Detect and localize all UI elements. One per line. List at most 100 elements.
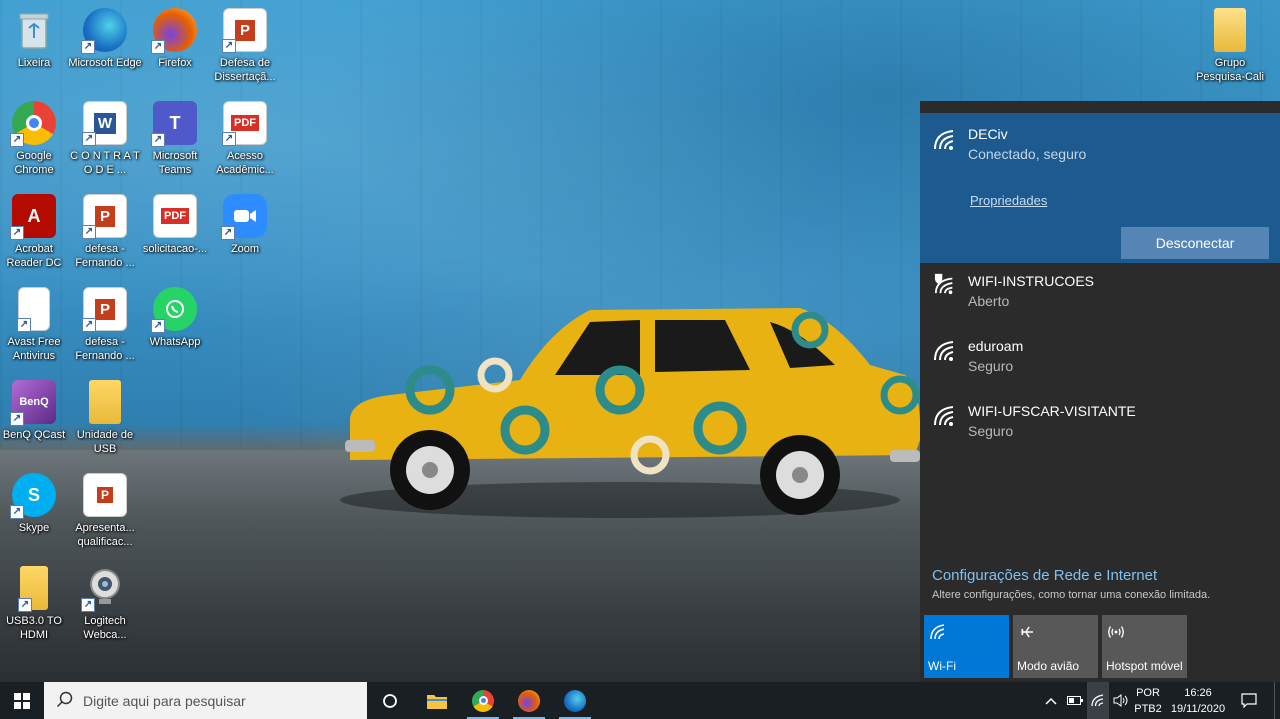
desktop-icon-benq-qcast[interactable]: BenQ ↗ BenQ QCast — [0, 376, 71, 466]
taskbar-edge[interactable] — [553, 682, 597, 719]
connected-network-name: DECiv — [968, 126, 1008, 142]
desktop-icon-usb-hdmi[interactable]: ↗ USB3.0 TO HDMI — [0, 562, 71, 652]
battery-icon — [1067, 696, 1083, 705]
volume-tray-button[interactable] — [1110, 682, 1130, 719]
yellow-car-image — [340, 308, 921, 518]
shortcut-arrow-icon: ↗ — [10, 133, 24, 147]
folder-icon — [1214, 8, 1246, 52]
network-status: Seguro — [968, 423, 1014, 439]
shortcut-arrow-icon: ↗ — [10, 505, 24, 519]
desktop-icon-zoom[interactable]: ↗ Zoom — [208, 190, 282, 280]
teams-icon: T ↗ — [151, 101, 197, 147]
clock-date: 19/11/2020 — [1170, 703, 1226, 715]
wifi-icon — [1091, 694, 1104, 707]
recycle-bin-icon — [12, 8, 56, 52]
network-list-item[interactable]: eduroam Seguro — [920, 330, 1280, 394]
desktop-icon-contrato[interactable]: W ↗ C O N T R A T O D E ... — [68, 97, 142, 187]
airplane-icon — [1021, 626, 1033, 638]
network-list-item[interactable]: WIFI-UFSCAR-VISITANTE Seguro — [920, 395, 1280, 459]
chevron-up-icon — [1045, 697, 1057, 705]
desktop-icon-logitech[interactable]: ↗ Logitech Webca... — [68, 562, 142, 652]
folder-icon: ↗ — [18, 566, 48, 612]
desktop-icon-defesa-dissertacao[interactable]: P ↗ Defesa de Dissertaçã... — [208, 4, 282, 94]
webcam-icon: ↗ — [81, 566, 127, 612]
network-settings-description: Altere configurações, como tornar uma co… — [932, 589, 1211, 601]
zoom-icon: ↗ — [221, 194, 267, 240]
action-center-button[interactable] — [1232, 682, 1266, 719]
powerpoint-file-icon: P — [83, 473, 127, 517]
desktop-icon-grupo-pesquisa[interactable]: Grupo Pesquisa-Cali — [1193, 4, 1267, 94]
connected-network-item[interactable]: DECiv Conectado, seguro Propriedades Des… — [920, 113, 1280, 263]
edge-icon — [564, 689, 586, 712]
network-tray-button[interactable] — [1087, 682, 1109, 719]
pdf-icon: PDF — [153, 194, 197, 238]
shortcut-arrow-icon: ↗ — [10, 412, 24, 426]
desktop-icon-acrobat[interactable]: A ↗ Acrobat Reader DC — [0, 190, 71, 280]
desktop-icon-apresentacao[interactable]: P Apresenta... qualificac... — [68, 469, 142, 559]
properties-link[interactable]: Propriedades — [970, 193, 1047, 208]
desktop-icon-chrome[interactable]: ↗ Google Chrome — [0, 97, 71, 187]
desktop-icon-unidade-usb[interactable]: Unidade de USB — [68, 376, 142, 466]
firefox-icon: ↗ — [151, 8, 197, 54]
speaker-icon — [1113, 694, 1127, 707]
chrome-icon: ↗ — [10, 101, 56, 147]
shortcut-arrow-icon: ↗ — [151, 133, 165, 147]
desktop-icon-firefox[interactable]: ↗ Firefox — [138, 4, 212, 94]
powerpoint-icon: P ↗ — [222, 8, 267, 53]
mobile-hotspot-button[interactable]: Hotspot móvel — [1102, 615, 1187, 678]
network-name: eduroam — [968, 338, 1024, 354]
network-status: Aberto — [968, 293, 1010, 309]
desktop-icon-skype[interactable]: S ↗ Skype — [0, 469, 71, 559]
shortcut-arrow-icon: ↗ — [151, 319, 165, 333]
wifi-icon — [930, 624, 945, 640]
network-settings-link[interactable]: Configurações de Rede e Internet — [932, 567, 1157, 584]
skype-icon: S ↗ — [10, 473, 56, 519]
taskbar-clock[interactable]: 16:26 19/11/2020 — [1166, 685, 1230, 717]
taskbar-file-explorer[interactable] — [415, 682, 459, 719]
taskbar-search-box[interactable]: Digite aqui para pesquisar — [44, 682, 367, 719]
edge-icon: ↗ — [81, 8, 127, 54]
shortcut-arrow-icon: ↗ — [18, 598, 32, 612]
blank-document-icon: ↗ — [17, 287, 50, 332]
notification-icon — [1241, 693, 1257, 708]
show-desktop-button[interactable] — [1274, 682, 1280, 719]
pdf-icon: PDF ↗ — [222, 101, 267, 146]
taskbar-firefox[interactable] — [507, 682, 551, 719]
wifi-toggle-button[interactable]: Wi-Fi — [924, 615, 1009, 678]
disconnect-button[interactable]: Desconectar — [1121, 227, 1269, 259]
firefox-icon — [518, 689, 540, 712]
desktop-icon-edge[interactable]: ↗ Microsoft Edge — [68, 4, 142, 94]
chrome-icon — [472, 689, 494, 712]
windows-logo-icon — [14, 692, 30, 709]
desktop-icon-lixeira[interactable]: Lixeira — [0, 4, 71, 94]
benq-qcast-icon: BenQ ↗ — [10, 380, 56, 426]
presentation-icon: P ↗ — [82, 287, 127, 332]
network-flyout: DECiv Conectado, seguro Propriedades Des… — [920, 101, 1280, 682]
desktop-icon-teams[interactable]: T ↗ Microsoft Teams — [138, 97, 212, 187]
wifi-icon — [934, 341, 954, 361]
folder-icon — [89, 380, 121, 424]
network-name: WIFI-UFSCAR-VISITANTE — [968, 403, 1136, 419]
file-explorer-icon — [427, 694, 447, 709]
desktop-icon-solicitacao[interactable]: PDF solicitacao-... — [138, 190, 212, 280]
input-language-indicator[interactable]: POR PTB2 — [1132, 685, 1164, 717]
start-button[interactable] — [0, 682, 44, 719]
desktop-icon-acesso-academico[interactable]: PDF ↗ Acesso Acadêmic... — [208, 97, 282, 187]
task-view-button[interactable] — [368, 682, 412, 719]
taskbar: Digite aqui para pesquisar POR PTB2 16:2… — [0, 682, 1280, 719]
shortcut-arrow-icon: ↗ — [222, 132, 236, 146]
search-placeholder: Digite aqui para pesquisar — [83, 693, 246, 709]
desktop-icon-whatsapp[interactable]: ↗ WhatsApp — [138, 283, 212, 373]
desktop-icon-defesa-fernando-1[interactable]: P ↗ defesa - Fernando ... — [68, 190, 142, 280]
battery-tray-button[interactable] — [1064, 682, 1086, 719]
taskbar-chrome[interactable] — [461, 682, 505, 719]
desktop-icon-defesa-fernando-2[interactable]: P ↗ defesa - Fernando ... — [68, 283, 142, 373]
shortcut-arrow-icon: ↗ — [151, 40, 165, 54]
airplane-mode-button[interactable]: Modo avião — [1013, 615, 1098, 678]
shortcut-arrow-icon: ↗ — [222, 39, 236, 53]
wifi-open-warning-icon — [934, 273, 953, 295]
task-view-icon — [383, 693, 397, 708]
show-hidden-icons-button[interactable] — [1040, 682, 1062, 719]
network-list-item[interactable]: WIFI-INSTRUCOES Aberto — [920, 265, 1280, 329]
desktop-icon-avast[interactable]: ↗ Avast Free Antivirus — [0, 283, 71, 373]
